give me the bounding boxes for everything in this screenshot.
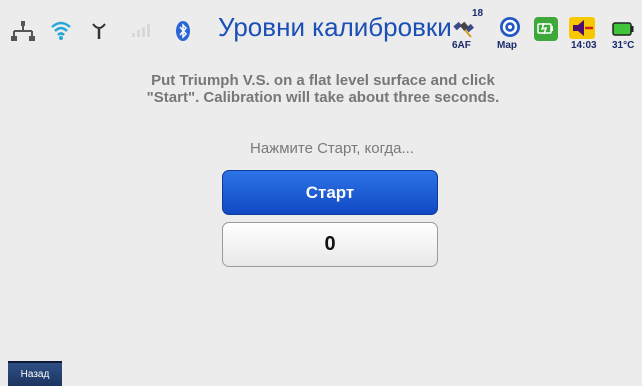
battery-icon[interactable]	[612, 22, 634, 36]
start-button[interactable]: Старт	[222, 170, 438, 215]
instruction-line-2: "Start". Calibration will take about thr…	[146, 89, 500, 106]
satellite-count: 18	[472, 8, 484, 19]
battery-charge-icon[interactable]	[533, 16, 559, 42]
satellite-label: 6AF	[452, 40, 471, 51]
signal-icon	[132, 24, 150, 37]
map-icon[interactable]	[498, 15, 522, 39]
status-bar: Уровни калибровки 18 6AF Map 14:03 31°C	[0, 0, 642, 58]
clock-time: 14:03	[571, 40, 597, 51]
network-icon[interactable]	[10, 20, 36, 42]
calibration-instruction: Put Triumph V.S. on a flat level surface…	[80, 72, 566, 106]
temperature: 31°C	[612, 40, 635, 51]
countdown-display: 0	[222, 222, 438, 267]
instruction-line-1: Put Triumph V.S. on a flat level surface…	[151, 72, 495, 89]
volume-icon[interactable]	[569, 17, 595, 39]
start-prompt: Нажмите Старт, когда...	[249, 140, 414, 157]
bluetooth-icon[interactable]	[175, 20, 191, 42]
map-label: Map	[497, 40, 517, 51]
antenna-icon[interactable]	[91, 22, 107, 40]
back-button[interactable]: Назад	[8, 361, 62, 386]
wifi-icon[interactable]	[50, 19, 72, 41]
page-title: Уровни калибровки	[218, 12, 452, 42]
